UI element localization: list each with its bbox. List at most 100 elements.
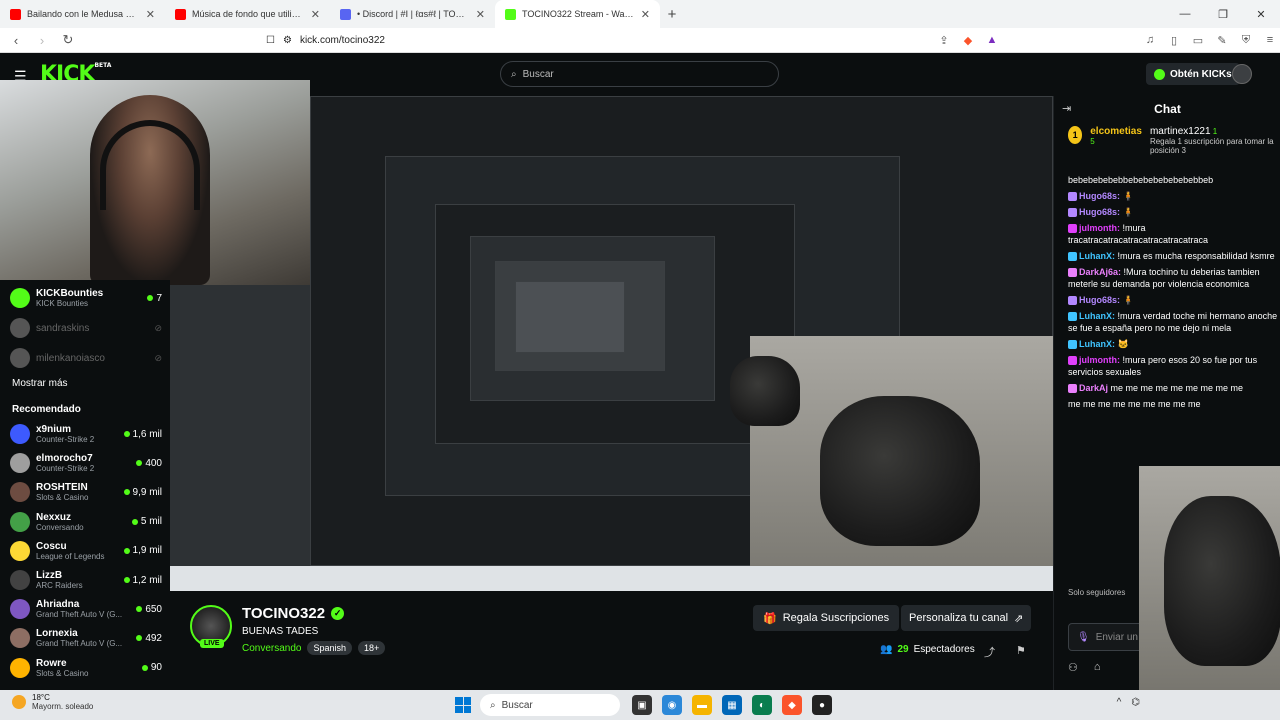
channel-category: Grand Theft Auto V (G... [36, 610, 123, 620]
close-tab-icon[interactable]: ✕ [311, 8, 320, 21]
emote-icon[interactable]: ⚇ [1068, 661, 1078, 674]
url-text[interactable]: kick.com/tocino322 [300, 35, 385, 46]
chat-username[interactable]: Hugo68s: [1079, 295, 1120, 305]
search-icon: ⌕ [511, 68, 517, 80]
taskbar-search[interactable]: ⌕ Buscar [480, 694, 620, 716]
gifter-name[interactable]: martinex1221 [1150, 126, 1211, 137]
site-info-icon[interactable]: ⚙ [283, 35, 292, 46]
channel-avatar [10, 453, 30, 474]
wallet-icon[interactable]: ▭ [1188, 30, 1208, 50]
task-view-icon[interactable]: ▣ [632, 695, 652, 715]
mic-icon[interactable]: 🎙 [1077, 632, 1090, 643]
recommended-channel[interactable]: Nexxuz Conversando 5 mil [10, 508, 162, 536]
get-kicks-button[interactable]: Obtén KICKs [1146, 63, 1240, 85]
sidebar-channel[interactable]: KICKBounties KICK Bounties 7 [10, 284, 162, 312]
store-icon[interactable]: ▦ [722, 695, 742, 715]
chat-username[interactable]: LuhanX: [1079, 339, 1115, 349]
brave-shield-icon[interactable]: ◆ [958, 30, 978, 50]
minimize-icon[interactable]: — [1166, 0, 1204, 28]
back-icon[interactable]: ‹ [6, 30, 26, 50]
recommended-channel[interactable]: Coscu League of Legends 1,9 mil [10, 537, 162, 565]
sidebar-channel[interactable]: sandraskins ⊘ [10, 314, 162, 342]
category-link[interactable]: Conversando [242, 643, 301, 654]
chat-message: Hugo68s: 🧍 [1068, 206, 1278, 218]
sidebar-channel[interactable]: milenkanoiasco ⊘ [10, 344, 162, 372]
user-avatar[interactable] [1232, 64, 1252, 84]
media-icon[interactable]: ♫ [1140, 30, 1160, 50]
chat-username[interactable]: Hugo68s: [1079, 207, 1120, 217]
close-window-icon[interactable]: ✕ [1242, 0, 1280, 28]
file-explorer-icon[interactable]: ▬ [692, 695, 712, 715]
channel-avatar [10, 288, 30, 308]
live-dot [141, 664, 148, 671]
os-taskbar: 18°C Mayorm. soleado ⌕ Buscar ▣ ◉ ▬ ▦ ◐ … [0, 690, 1280, 720]
report-icon[interactable]: ⚑ [1016, 644, 1026, 657]
channel-name[interactable]: TOCINO322 ✓ [242, 605, 345, 622]
menu-icon[interactable]: ≡ [1260, 30, 1280, 50]
close-tab-icon[interactable]: ✕ [641, 8, 650, 21]
extensions-icon[interactable]: ✎ [1212, 30, 1232, 50]
share-icon[interactable]: ⇪ [934, 30, 954, 50]
chat-username[interactable]: julmonth: [1079, 223, 1120, 233]
network-icon[interactable]: ⌬ [1131, 697, 1140, 708]
pig-overlay [1164, 496, 1280, 666]
tag-language[interactable]: Spanish [307, 641, 353, 655]
chat-username[interactable]: DarkAj [1079, 383, 1108, 393]
chat-text: !mura es mucha responsabilidad ksmre [1117, 251, 1275, 261]
tray-chevron-icon[interactable]: ^ [1117, 697, 1122, 708]
gift-shop-icon[interactable]: ⌂ [1094, 661, 1101, 674]
chat-username[interactable]: LuhanX: [1079, 311, 1115, 321]
browser-tab[interactable]: Música de fondo que utiliza Spre ✕ [165, 0, 330, 28]
user-badge-icon [1068, 356, 1077, 366]
forward-icon[interactable]: › [32, 30, 52, 50]
weather-text: 18°C Mayorm. soleado [32, 693, 93, 711]
search-input[interactable]: ⌕ Buscar [500, 61, 779, 87]
channel-viewers: 400 [136, 458, 162, 469]
chat-text: 🐱 [1117, 339, 1129, 349]
browser-tab[interactable]: Bailando con le Medusa HD - YouTub ✕ [0, 0, 165, 28]
channel-category: Counter-Strike 2 [36, 464, 95, 474]
recommended-channel[interactable]: ROSHTEIN Slots & Casino 9,9 mil [10, 478, 162, 506]
edge-icon[interactable]: ◐ [752, 695, 772, 715]
weather-widget[interactable]: 18°C Mayorm. soleado [12, 693, 93, 711]
recommended-channel[interactable]: LizzB ARC Raiders 1,2 mil [10, 566, 162, 594]
customize-channel-button[interactable]: Personaliza tu canal ⇗ [901, 605, 1032, 631]
top-supporter-name[interactable]: elcometias [1090, 126, 1142, 137]
recommended-channel[interactable]: Rowre Slots & Casino 90 [10, 654, 162, 682]
rewards-icon[interactable]: ▲ [982, 30, 1002, 50]
url-field[interactable]: ☐ ⚙ kick.com/tocino322 [260, 30, 1000, 50]
sidebar-icon[interactable]: ▯ [1164, 30, 1184, 50]
vpn-icon[interactable]: ⛨ [1236, 30, 1256, 50]
recommended-channel[interactable]: Ahriadna Grand Theft Auto V (G... 650 [10, 595, 162, 623]
reload-icon[interactable]: ↻ [58, 30, 78, 50]
channel-name: Coscu [36, 540, 67, 552]
browser-toolbar: ⇪ ◆ ▲ ♫ ▯ ▭ ✎ ⛨ ≡ [934, 30, 1280, 50]
tag-mature[interactable]: 18+ [358, 641, 386, 655]
chat-username[interactable]: DarkAj6a: [1079, 267, 1121, 277]
new-tab-button[interactable]: + [660, 0, 684, 28]
copilot-icon[interactable]: ◉ [662, 695, 682, 715]
channel-viewers: 1,2 mil [123, 575, 162, 586]
app-icon[interactable]: ● [812, 695, 832, 715]
show-more-link[interactable]: Mostrar más [12, 378, 68, 389]
recommended-channel[interactable]: Lornexia Grand Theft Auto V (G... 492 [10, 624, 162, 652]
chat-username[interactable]: Hugo68s: [1079, 191, 1120, 201]
chat-username[interactable]: julmonth: [1079, 355, 1120, 365]
brave-icon[interactable]: ◆ [782, 695, 802, 715]
bookmark-icon[interactable]: ☐ [266, 35, 275, 46]
maximize-icon[interactable]: ❐ [1204, 0, 1242, 28]
gift-subs-button[interactable]: 🎁 Regala Suscripciones [753, 605, 900, 631]
share-stream-icon[interactable]: ⤴ [984, 644, 995, 660]
close-tab-icon[interactable]: ✕ [146, 8, 155, 21]
chat-message: Hugo68s: 🧍 [1068, 190, 1278, 202]
windows-start-icon[interactable] [455, 697, 471, 713]
live-dot [136, 635, 143, 642]
browser-tab[interactable]: TOCINO322 Stream - Watch Live ✕ [495, 0, 660, 28]
chat-message: bebebebebebbebebebebebebebbeb [1068, 174, 1278, 186]
browser-tab[interactable]: • Discord | #Ⅰ | ℓαs#ℓ | TOCINETA fe ✕ [330, 0, 495, 28]
recommended-channel[interactable]: x9nium Counter-Strike 2 1,6 mil [10, 420, 162, 448]
verified-icon: ✓ [331, 607, 345, 620]
chat-username[interactable]: LuhanX: [1079, 251, 1115, 261]
recommended-channel[interactable]: elmorocho7 Counter-Strike 2 400 [10, 449, 162, 477]
close-tab-icon[interactable]: ✕ [476, 8, 485, 21]
